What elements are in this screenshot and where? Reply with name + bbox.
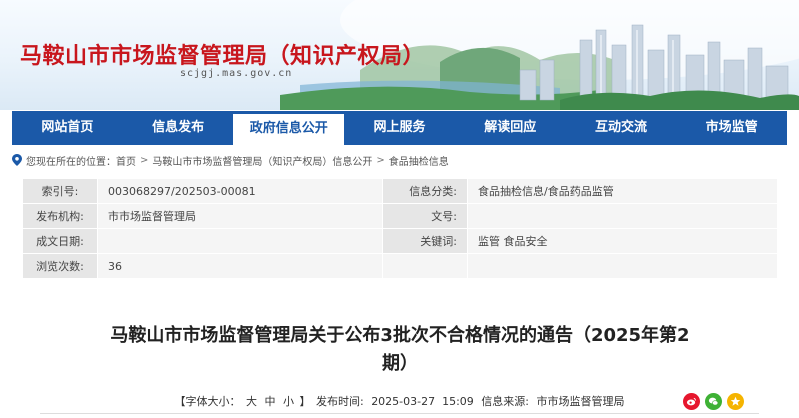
date-label: 成文日期: <box>22 228 98 254</box>
keywords-value: 监管 食品安全 <box>467 228 778 254</box>
header-banner: 马鞍山市市场监督管理局（知识产权局） scjgj.mas.gov.cn <box>0 0 799 110</box>
main-nav: 网站首页 信息发布 政府信息公开 网上服务 解读回应 互动交流 市场监管 <box>12 111 787 145</box>
breadcrumb-info-public-link[interactable]: 马鞍山市市场监督管理局（知识产权局）信息公开 <box>152 153 372 168</box>
info-row: 发布机构: 市市场监督管理局 文号: <box>22 203 778 229</box>
empty-cell <box>467 253 778 279</box>
views-value: 36 <box>97 253 383 279</box>
index-value: 003068297/202503-00081 <box>97 178 383 204</box>
site-domain: scjgj.mas.gov.cn <box>180 68 293 79</box>
qzone-icon[interactable] <box>727 393 744 410</box>
font-size-prefix: 【字体大小： <box>174 395 241 408</box>
views-label: 浏览次数: <box>22 253 98 279</box>
category-label: 信息分类: <box>382 178 468 204</box>
docno-value <box>467 203 778 229</box>
wechat-icon[interactable] <box>705 393 722 410</box>
source-value: 市市场监督管理局 <box>536 395 625 408</box>
publish-time-value: 2025-03-27 15:09 <box>371 395 474 408</box>
breadcrumb-separator: > <box>376 154 385 166</box>
breadcrumb-home-link[interactable]: 首页 <box>116 153 136 168</box>
nav-item-home[interactable]: 网站首页 <box>12 111 123 145</box>
keywords-label: 关键词: <box>382 228 468 254</box>
nav-item-online-service[interactable]: 网上服务 <box>344 111 455 145</box>
nav-item-news[interactable]: 信息发布 <box>123 111 234 145</box>
article-meta-bar: 【字体大小： 大 中 小 】 发布时间: 2025-03-27 15:09 信息… <box>40 392 759 412</box>
location-pin-icon <box>12 154 22 166</box>
info-row: 成文日期: 关键词: 监管 食品安全 <box>22 228 778 254</box>
nav-item-interpretation[interactable]: 解读回应 <box>455 111 566 145</box>
breadcrumb-food-inspection-link[interactable]: 食品抽检信息 <box>389 153 449 168</box>
info-row: 浏览次数: 36 <box>22 253 778 279</box>
site-title[interactable]: 马鞍山市市场监督管理局（知识产权局） <box>20 38 425 70</box>
font-size-suffix: 】 <box>299 395 311 408</box>
nav-item-gov-info[interactable]: 政府信息公开 <box>233 111 345 145</box>
nav-item-market-supervision[interactable]: 市场监管 <box>676 111 787 145</box>
org-value: 市市场监督管理局 <box>97 203 383 229</box>
breadcrumb-prefix: 您现在所在的位置： <box>26 156 116 168</box>
docno-label: 文号: <box>382 203 468 229</box>
date-value <box>97 228 383 254</box>
org-label: 发布机构: <box>22 203 98 229</box>
publish-time-label: 发布时间: <box>315 395 364 408</box>
article-title: 马鞍山市市场监督管理局关于公布3批次不合格情况的通告（2025年第2期） <box>110 325 690 374</box>
breadcrumb: 您现在所在的位置： 首页 > 马鞍山市市场监督管理局（知识产权局）信息公开 > … <box>12 152 449 168</box>
weibo-icon[interactable] <box>683 393 700 410</box>
info-row: 索引号: 003068297/202503-00081 信息分类: 食品抽检信息… <box>22 178 778 204</box>
font-size-large-button[interactable]: 大 <box>246 392 257 412</box>
breadcrumb-separator: > <box>140 154 149 166</box>
font-size-medium-button[interactable]: 中 <box>264 392 275 412</box>
index-label: 索引号: <box>22 178 98 204</box>
document-info-table: 索引号: 003068297/202503-00081 信息分类: 食品抽检信息… <box>22 178 778 279</box>
meta-divider <box>40 413 759 414</box>
share-bar <box>683 393 744 410</box>
font-size-small-button[interactable]: 小 <box>283 392 294 412</box>
category-value: 食品抽检信息/食品药品监管 <box>467 178 778 204</box>
source-label: 信息来源: <box>481 395 530 408</box>
nav-item-interaction[interactable]: 互动交流 <box>566 111 677 145</box>
empty-cell <box>382 253 468 279</box>
